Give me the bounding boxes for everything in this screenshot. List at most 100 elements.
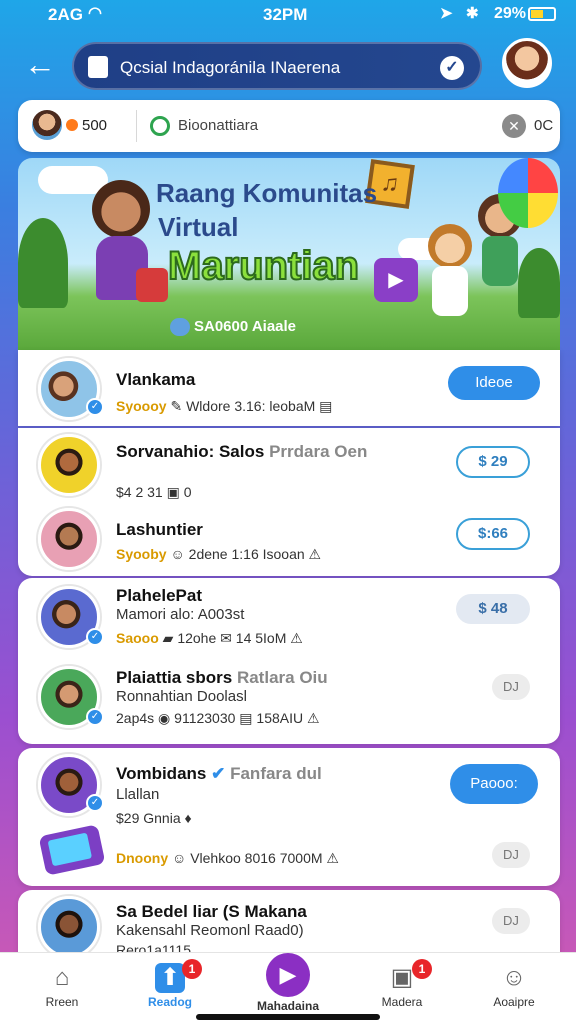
verified-check-icon[interactable]: ✓: [440, 56, 464, 80]
item-meta: Syooby ☺ 2dene 1:16 Isooan ⚠: [116, 546, 322, 562]
list-item[interactable]: ✓ Vlankama Syoooy ✎ Wldore 3.16: leobaM …: [18, 350, 560, 426]
banner-title-line2: Virtual: [158, 212, 239, 242]
tool-value: 0C: [534, 117, 554, 134]
price-button[interactable]: $ 29: [456, 446, 530, 478]
girl-head: [92, 180, 150, 238]
nav-label: Mahadaina: [256, 999, 319, 1013]
bluetooth-icon: ✱: [466, 5, 479, 22]
shopping-bag-icon: [88, 56, 108, 78]
location-icon: ➤: [440, 5, 453, 22]
search-text: Qcsial Indagoránila INaerena: [120, 58, 341, 77]
item-subtitle: Llallan: [116, 786, 160, 803]
item-name: Vombidans ✔ Fanfara dul: [116, 764, 322, 783]
list-item[interactable]: Dnoony ☺ Vlehkoo 8016 7000M ⚠ DJ: [18, 832, 560, 882]
nav-label: Readog: [147, 995, 192, 1009]
status-bar: 2AG ◠ 32PM ➤ ✱ 29%: [0, 0, 576, 30]
list-card: Sorvanahio: Salos Prrdara Oen $4 2 31 ▣ …: [18, 428, 560, 576]
item-subtitle: Ronnahtian Doolasl: [116, 688, 247, 705]
kid-body: [482, 236, 518, 286]
item-subtitle: Mamori alo: A003st: [116, 606, 245, 623]
item-meta: $4 2 31 ▣ 0: [116, 484, 192, 500]
upload-icon: ⬆: [155, 963, 185, 993]
profile-icon: ☺: [501, 964, 527, 991]
price-button[interactable]: $ 48: [456, 594, 530, 624]
action-button[interactable]: Paooo:: [450, 764, 538, 804]
nav-label: Rreen: [45, 995, 79, 1009]
nav-profile[interactable]: ☺ Aoaipre: [474, 959, 554, 1019]
mini-avatar[interactable]: [32, 110, 62, 140]
more-button[interactable]: DJ: [492, 842, 530, 868]
avatar[interactable]: [38, 508, 100, 570]
nav-label: Madera: [381, 995, 423, 1009]
notification-badge: 1: [412, 959, 432, 979]
coin-icon: [66, 119, 78, 131]
item-meta: Syoooy ✎ Wldore 3.16: leobaM ▤: [116, 398, 333, 414]
nav-home[interactable]: ⌂ Rreen: [22, 959, 102, 1019]
balloon-illustration: [498, 158, 558, 228]
list-card: ✓ Vlankama Syoooy ✎ Wldore 3.16: leobaM …: [18, 350, 560, 426]
girl-illustration: [78, 180, 168, 320]
banner-badge: SA0600 Aiaale: [194, 318, 297, 335]
avatar[interactable]: [38, 896, 100, 958]
item-name: Vlankama: [116, 370, 196, 389]
top-bar: ← Qcsial Indagoránila INaerena ✓: [0, 38, 576, 94]
item-meta: 2ap4s ◉ 91123030 ▤ 158AIU ⚠: [116, 710, 320, 726]
notification-badge: 1: [182, 959, 202, 979]
back-arrow-icon[interactable]: ←: [22, 48, 58, 84]
verified-badge-icon: ✓: [86, 708, 104, 726]
list-item[interactable]: ✓ Vombidans ✔ Fanfara dul Llallan $29 Gn…: [18, 748, 560, 828]
kid-head: [428, 224, 472, 268]
battery-icon: [528, 7, 556, 21]
item-meta: Dnoony ☺ Vlehkoo 8016 7000M ⚠: [116, 850, 339, 866]
status-time: 32PM: [263, 5, 308, 24]
play-box-icon: ▶: [374, 258, 418, 302]
more-button[interactable]: DJ: [492, 908, 530, 934]
stats-label: Bioonattiara: [178, 117, 259, 134]
more-button[interactable]: DJ: [492, 674, 530, 700]
item-name: Lashuntier: [116, 520, 203, 539]
wifi-icon: ◠: [88, 5, 102, 22]
wrench-icon[interactable]: ✕: [502, 114, 526, 138]
banner-title-line3: Maruntian: [167, 243, 360, 289]
home-icon: ⌂: [54, 964, 70, 991]
list-item[interactable]: Sa Bedel liar (S Makana Kakensahl Reomon…: [18, 890, 560, 960]
red-bag-illustration: [136, 268, 168, 302]
banner-title-line1: Raang Komunitas: [156, 178, 378, 208]
divider: [136, 110, 137, 142]
hero-banner[interactable]: ♫ ▶ Raang Komunitas Virtual Maruntian SA…: [18, 158, 560, 350]
list-item[interactable]: Lashuntier Syooby ☺ 2dene 1:16 Isooan ⚠ …: [18, 502, 560, 576]
item-meta: $29 Gnnia ♦: [116, 810, 192, 826]
list-item[interactable]: Sorvanahio: Salos Prrdara Oen $4 2 31 ▣ …: [18, 428, 560, 502]
item-name: PlahelePat: [116, 586, 202, 605]
play-icon: ▶: [266, 953, 310, 997]
item-subtitle: Kakensahl Reomonl Raad0): [116, 922, 304, 939]
list-card: Sa Bedel liar (S Makana Kakensahl Reomon…: [18, 890, 560, 960]
item-meta: Saooo ▰ 12ohe ✉ 14 5IoM ⚠: [116, 630, 303, 646]
nav-label: Aoaipre: [493, 995, 535, 1009]
avatar[interactable]: [38, 434, 100, 496]
list-card: ✓ Vombidans ✔ Fanfara dul Llallan $29 Gn…: [18, 748, 560, 886]
nav-madera[interactable]: ▣ Madera 1: [362, 959, 442, 1019]
nav-play[interactable]: ▶ Mahadaina: [248, 953, 328, 1013]
verified-badge-icon: ✓: [86, 398, 104, 416]
item-name: Sa Bedel liar (S Makana: [116, 902, 307, 921]
list-card: ✓ PlahelePat Mamori alo: A003st Saooo ▰ …: [18, 578, 560, 744]
list-item[interactable]: ✓ Plaiattia sbors Ratlara Oiu Ronnahtian…: [18, 660, 560, 744]
verified-badge-icon: ✓: [86, 628, 104, 646]
join-button[interactable]: Ideoe: [448, 366, 540, 400]
home-indicator: [196, 1014, 380, 1020]
item-name: Plaiattia sbors Ratlara Oiu: [116, 668, 328, 687]
badge-icon: [170, 318, 190, 336]
nav-readog[interactable]: ⬆ Readog 1: [130, 959, 210, 1019]
coin-count: 500: [82, 117, 108, 134]
user-avatar[interactable]: [502, 38, 552, 88]
signal-text: 2AG: [48, 5, 83, 24]
search-bar[interactable]: Qcsial Indagoránila INaerena ✓: [72, 42, 482, 90]
stats-card: 500 Bioonattiara ✕ 0C: [18, 100, 560, 152]
list-item[interactable]: ✓ PlahelePat Mamori alo: A003st Saooo ▰ …: [18, 578, 560, 658]
kid-body: [432, 266, 468, 316]
price-button[interactable]: $:66: [456, 518, 530, 550]
verified-badge-icon: ✓: [86, 794, 104, 812]
palm-tree-illustration: [18, 218, 68, 308]
battery-percent: 29%: [493, 5, 526, 22]
